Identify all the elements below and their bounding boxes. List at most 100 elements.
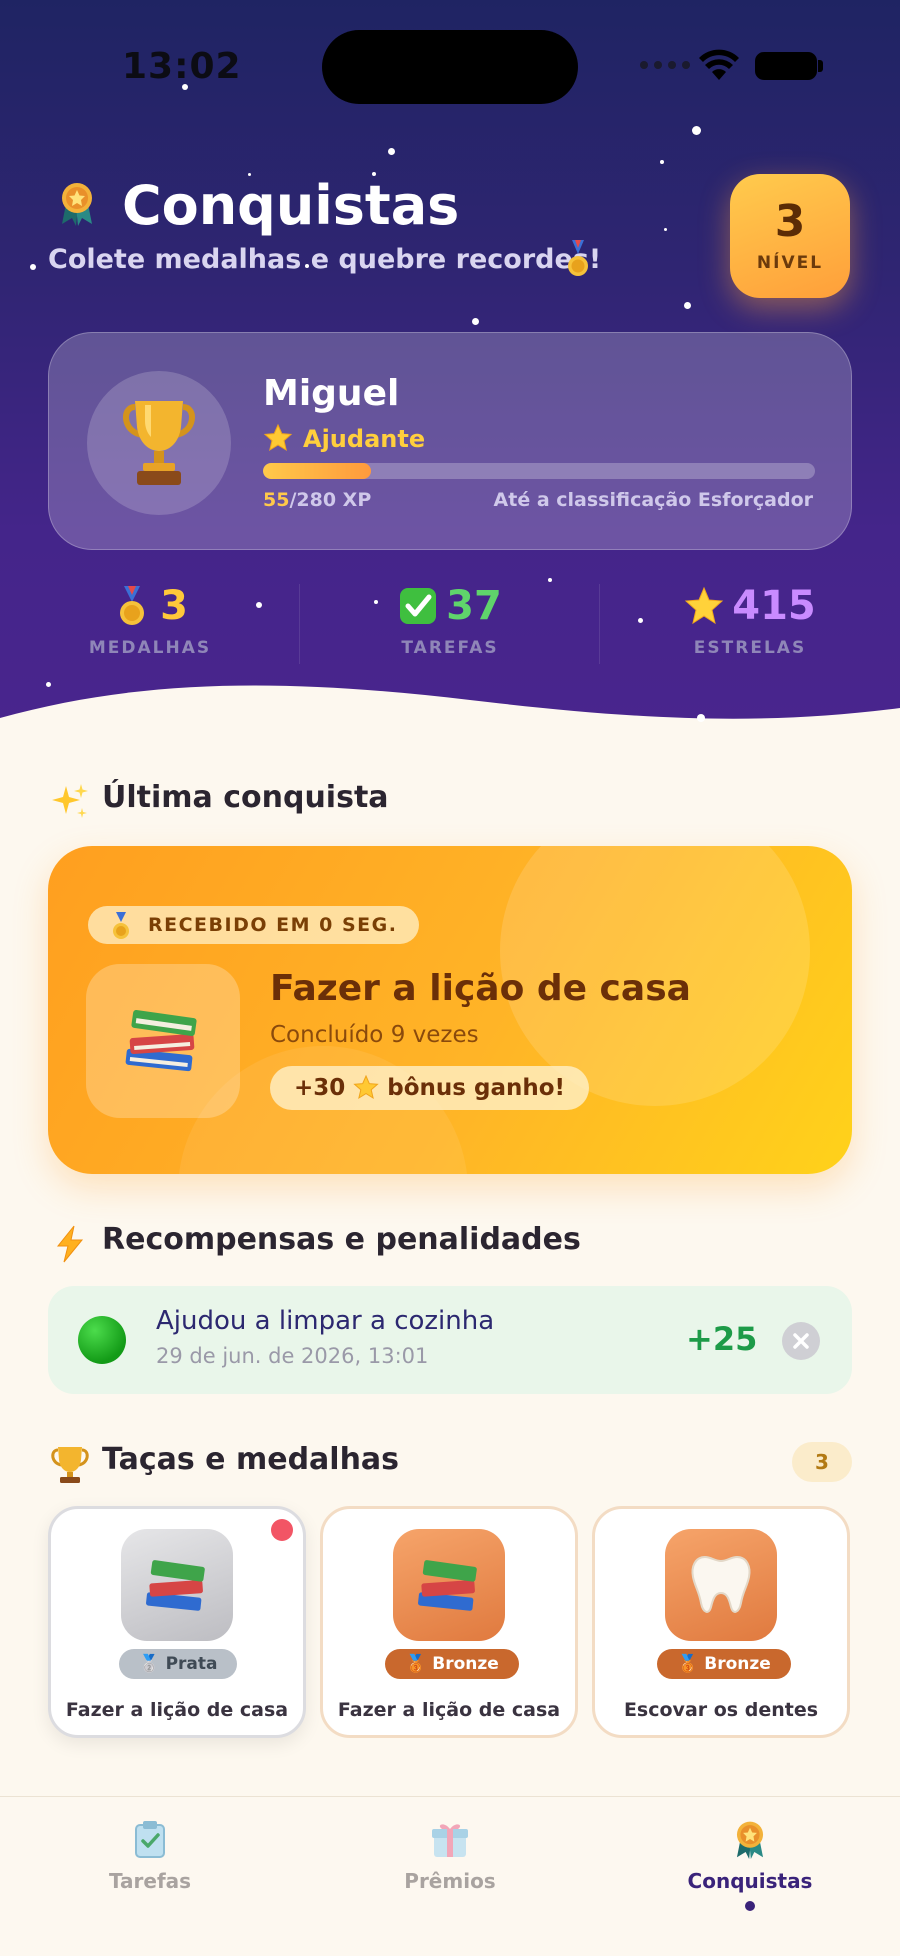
profile-card[interactable]: Miguel Ajudante 55/280 XP Até a classifi… — [48, 332, 852, 550]
stat-value: 415 — [732, 583, 816, 629]
received-badge: RECEBIDO EM 0 SEG. — [88, 906, 420, 944]
trophy-icon — [123, 401, 195, 485]
last-achievement-card[interactable]: RECEBIDO EM 0 SEG. Fazer a lição de casa… — [48, 846, 852, 1174]
xp-current: 55 — [263, 489, 290, 511]
bonus-amount: +30 — [294, 1075, 346, 1101]
books-icon — [125, 1010, 197, 1072]
xp-progress-bar — [263, 463, 815, 479]
trophy-tile — [393, 1529, 505, 1641]
star-dot — [697, 714, 705, 722]
battery-cap — [818, 60, 823, 72]
stat-value: 37 — [446, 583, 502, 629]
trophy-avatar — [87, 371, 231, 515]
star-icon — [685, 586, 724, 625]
reward-points: +25 — [686, 1320, 758, 1358]
reward-item[interactable]: Ajudou a limpar a cozinha 29 de jun. de … — [48, 1286, 852, 1394]
xp-total: /280 XP — [289, 489, 372, 511]
achievement-icon-box — [86, 964, 240, 1118]
medal-icon — [736, 1821, 764, 1859]
section-title-trophies: Taças e medalhas — [102, 1442, 400, 1477]
tab-label: Prêmios — [404, 1869, 496, 1893]
achievement-title: Fazer a lição de casa — [270, 968, 691, 1009]
reward-name: Ajudou a limpar a cozinha — [156, 1306, 495, 1336]
star-dot — [472, 318, 479, 325]
trophy-name: Fazer a lição de casa — [337, 1699, 561, 1721]
tier-label: Prata — [165, 1654, 218, 1674]
page-subtitle: Colete medalhas e quebre recordes! — [48, 244, 602, 275]
lightning-icon — [56, 1225, 84, 1263]
books-icon — [146, 1560, 205, 1611]
level-label: NÍVEL — [756, 253, 824, 273]
tab-label: Tarefas — [108, 1869, 192, 1893]
tooth-icon — [691, 1555, 751, 1613]
status-time: 13:02 — [122, 46, 242, 87]
xp-progress-fill — [263, 463, 372, 479]
star-icon — [263, 423, 293, 452]
books-icon — [418, 1560, 477, 1611]
wifi-icon — [699, 49, 739, 80]
tier-badge: 🥉 Bronze — [657, 1649, 791, 1679]
reward-date: 29 de jun. de 2026, 13:01 — [156, 1344, 429, 1368]
star-icon — [353, 1075, 379, 1100]
battery-icon — [755, 52, 817, 80]
check-icon — [400, 588, 437, 624]
section-title-rewards: Recompensas e penalidades — [102, 1222, 581, 1257]
medal-icon — [62, 183, 92, 226]
active-tab-indicator — [745, 1901, 755, 1911]
bonus-text: bônus ganho! — [387, 1075, 566, 1101]
trophy-card[interactable]: 🥉 Bronze Fazer a lição de casa — [320, 1506, 578, 1738]
clipboard-icon — [135, 1821, 165, 1858]
star-dot — [692, 126, 701, 135]
medal-icon — [120, 586, 145, 625]
trophy-name: Fazer a lição de casa — [65, 1699, 289, 1721]
stat-value: 3 — [160, 583, 188, 629]
stat-stars: 415 ESTRELAS — [600, 580, 900, 658]
profile-name: Miguel — [263, 373, 400, 414]
tier-label: Bronze — [432, 1654, 499, 1674]
stat-tasks: 37 TAREFAS — [300, 580, 600, 658]
tab-achievements[interactable]: Conquistas — [600, 1819, 900, 1911]
level-number: 3 — [774, 196, 806, 247]
achievement-subtitle: Concluído 9 vezes — [270, 1022, 479, 1048]
star-dot — [660, 160, 664, 164]
stat-label: MEDALHAS — [88, 638, 212, 658]
tab-tasks[interactable]: Tarefas — [0, 1819, 300, 1893]
gift-icon — [432, 1824, 468, 1857]
level-badge[interactable]: 3 NÍVEL — [730, 174, 850, 298]
section-title-last: Última conquista — [102, 780, 389, 815]
tier-label: Bronze — [704, 1654, 771, 1674]
bonus-badge: +30 bônus ganho! — [270, 1066, 590, 1110]
star-dot — [664, 228, 667, 231]
medal-icon — [568, 240, 588, 276]
star-dot — [388, 148, 395, 155]
medal-icon — [113, 912, 129, 939]
tab-bar: Tarefas Prêmios Conquistas — [0, 1796, 900, 1956]
tier-badge: 🥉 Bronze — [385, 1649, 519, 1679]
stat-medals: 3 MEDALHAS — [0, 580, 300, 658]
stat-label: ESTRELAS — [693, 638, 807, 658]
rank-label: Ajudante — [303, 425, 426, 453]
green-circle-icon — [78, 1316, 126, 1364]
received-text: RECEBIDO EM 0 SEG. — [148, 914, 398, 936]
close-icon — [793, 1333, 809, 1349]
delete-button[interactable] — [782, 1322, 820, 1360]
trophy-tile — [665, 1529, 777, 1641]
page-title: Conquistas — [122, 174, 460, 237]
star-dot — [684, 302, 691, 309]
star-dot — [30, 264, 36, 270]
trophy-name: Escovar os dentes — [623, 1699, 819, 1721]
trophy-card[interactable]: 🥉 Bronze Escovar os dentes — [592, 1506, 850, 1738]
stat-label: TAREFAS — [401, 638, 499, 658]
tier-badge: 🥈 Prata — [119, 1649, 237, 1679]
header-wave — [0, 685, 900, 760]
tab-label: Conquistas — [687, 1869, 813, 1893]
dynamic-island — [322, 30, 578, 104]
trophy-card[interactable]: 🥈 Prata Fazer a lição de casa — [48, 1506, 306, 1738]
trophy-tile — [121, 1529, 233, 1641]
trophy-count-badge: 3 — [792, 1442, 852, 1482]
xp-text: 55/280 XP — [263, 489, 371, 511]
next-rank-text: Até a classificação Esforçador — [493, 489, 813, 511]
tab-prizes[interactable]: Prêmios — [300, 1819, 600, 1893]
signal-icon — [640, 61, 690, 69]
trophy-icon — [51, 1447, 89, 1483]
